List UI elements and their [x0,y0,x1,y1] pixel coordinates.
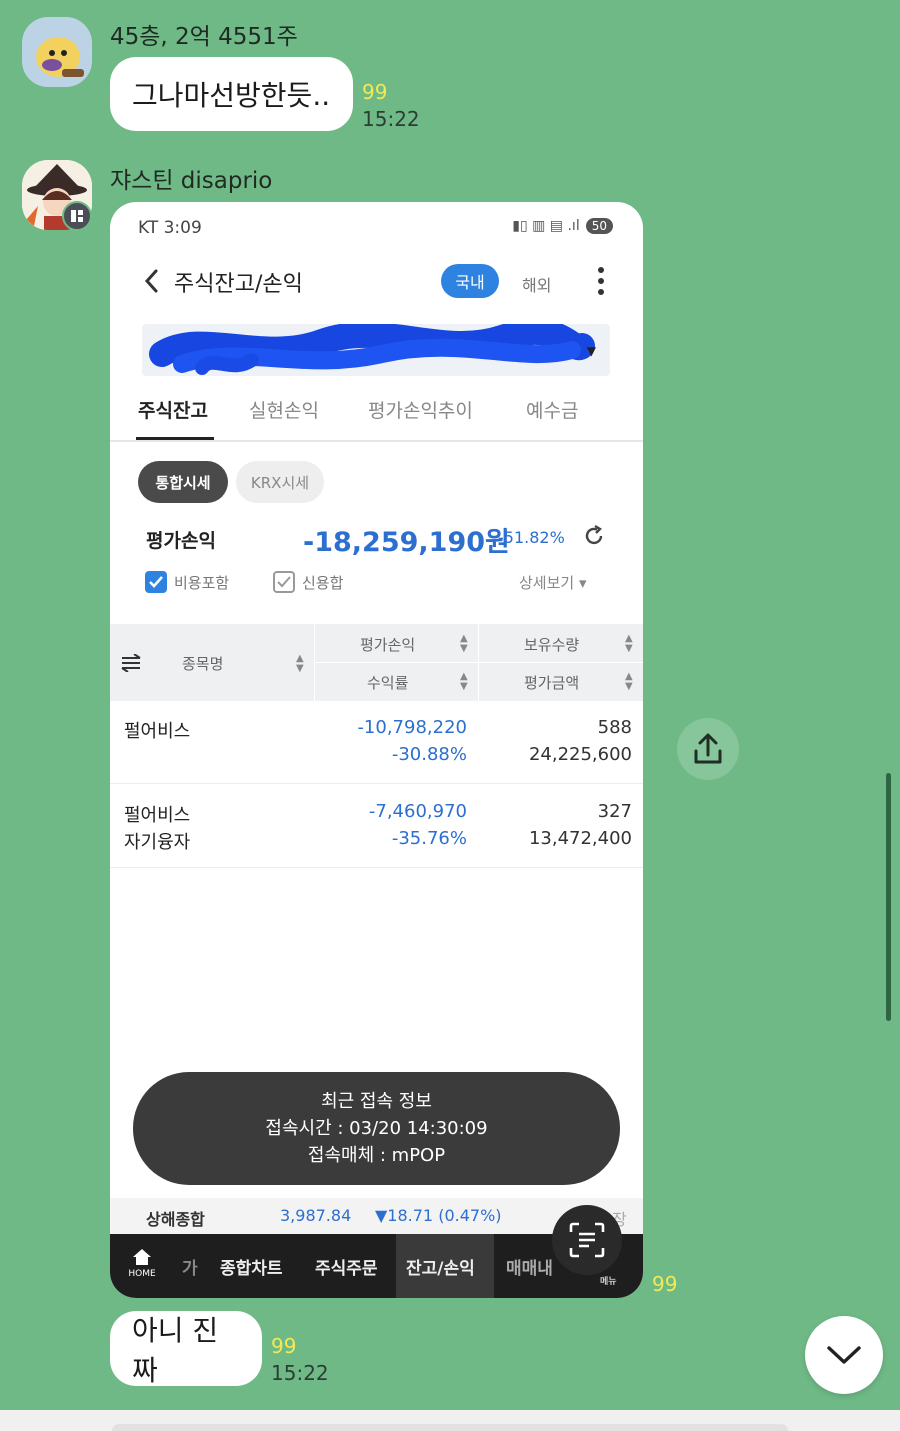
pl-rate: -51.82% [498,528,565,547]
eval-amount: 24,225,600 [528,744,632,765]
return-rate: -30.88% [391,744,467,765]
unread-count: 99 [362,80,388,104]
unread-count: 99 [652,1272,678,1296]
col-qty[interactable]: 보유수량 [524,634,579,655]
battery-icon: 50 [585,218,613,234]
scan-text-button[interactable] [552,1205,622,1275]
tab-indicator [136,437,214,440]
home-icon [133,1249,151,1265]
return-rate: -35.76% [391,828,467,849]
scroll-to-bottom-button[interactable] [805,1316,883,1394]
tab-realized-pl[interactable]: 실현손익 [249,396,319,423]
pl-label: 평가손익 [146,530,216,552]
stock-name: 펄어비스 [124,805,191,826]
sort-icon[interactable]: ▲ ▼ [625,634,633,654]
holding-qty: 327 [597,801,632,822]
col-eval-amount[interactable]: 평가금액 [524,672,579,693]
caret-down-icon: ▾ [578,574,587,592]
more-icon[interactable] [597,266,605,296]
table-header: 종목명 ▲ ▼ 평가손익 ▲ ▼ 수익률 ▲ ▼ 보유수량 ▲ ▼ 평가금액 ▲ ▼ [110,624,643,701]
tab-stock-balance[interactable]: 주식잔고 [138,396,208,423]
sender-name: 45층, 2억 4551주 [110,24,298,50]
nav-trades[interactable]: 매매내 [506,1254,553,1279]
sort-icon[interactable]: ▲ ▼ [296,654,304,674]
credit-total-checkbox[interactable] [273,571,295,593]
toast-title: 최근 접속 정보 [321,1091,432,1112]
signal-icon: ▮▯ ▥ ▤ .ıl [512,218,580,234]
toast-time: 접속시간 : 03/20 14:30:09 [265,1118,488,1139]
eval-pl: -7,460,970 [368,801,467,822]
back-icon[interactable] [142,268,162,294]
detail-toggle[interactable]: 상세보기 ▾ [519,572,587,593]
avatar[interactable] [22,17,92,87]
fee-included-checkbox[interactable] [145,571,167,593]
col-return-rate[interactable]: 수익률 [367,672,408,693]
nav-order[interactable]: 주식주문 [315,1254,378,1279]
stock-name: 펄어비스 [124,721,191,742]
message-text: 아니 진짜 [132,1313,219,1387]
message-input[interactable] [112,1424,788,1431]
login-info-toast: 최근 접속 정보 접속시간 : 03/20 14:30:09 접속매체 : mP… [133,1072,620,1185]
refresh-icon[interactable] [582,524,606,548]
message-bubble[interactable]: 그나마선방한듯.. [110,57,353,131]
account-selector[interactable]: ▼ [142,324,610,376]
chevron-down-icon: ▼ [586,344,596,358]
message-time: 15:22 [362,107,420,131]
tab-deposit[interactable]: 예수금 [526,396,578,423]
scan-text-icon [569,1222,605,1258]
redaction-scribble [149,324,595,375]
tab-bar: 주식잔고 실현손익 평가손익추이 예수금 [110,390,643,442]
ticker-change: ▼18.71 (0.47%) [375,1206,502,1225]
scrollbar[interactable] [886,773,891,1021]
nav-menu[interactable]: 메뉴 [600,1274,617,1287]
tab-eval-pl-trend[interactable]: 평가손익추이 [368,396,473,423]
message-time: 15:22 [271,1361,329,1385]
segment-integrated[interactable]: 통합시세 [138,461,228,503]
swap-icon[interactable] [120,654,142,672]
sort-icon[interactable]: ▲ ▼ [625,672,633,692]
status-bar-time: KT 3:09 [138,218,202,238]
nav-chart[interactable]: 종합차트 [220,1254,283,1279]
detail-label: 상세보기 [519,574,575,592]
group-badge-icon [62,201,92,231]
pl-value: -18,259,190원 [303,527,510,558]
status-bar-icons: ▮▯ ▥ ▤ .ıl 50 [512,218,613,234]
sort-icon[interactable]: ▲ ▼ [460,672,468,692]
ticker-value: 3,987.84 [280,1206,352,1225]
stock-subname: 자기융자 [124,832,191,853]
nav-home-label: HOME [128,1269,156,1279]
page-title: 주식잔고/손익 [174,272,303,297]
nav-home[interactable]: HOME [124,1248,160,1288]
fee-included-label: 비용포함 [174,574,230,592]
message-bubble[interactable]: 아니 진짜 [110,1311,262,1387]
eval-amount: 13,472,400 [528,828,632,849]
col-eval-pl[interactable]: 평가손익 [360,634,415,655]
sender-name: 쟈스틴 disaprio [110,168,273,194]
chevron-down-icon [827,1346,861,1364]
nav-item-partial[interactable]: 가 [182,1254,198,1279]
tab-foreign[interactable]: 해외 [522,272,551,296]
credit-total-label: 신용합 [302,574,344,592]
message-text: 그나마선방한듯.. [132,79,331,112]
table-row[interactable]: 펄어비스 자기융자 -7,460,970 -35.76% 327 13,472,… [110,784,643,868]
sort-icon[interactable]: ▲ ▼ [460,634,468,654]
holding-qty: 588 [597,717,632,738]
share-button[interactable] [677,718,739,780]
share-icon [694,733,722,764]
table-row[interactable]: 펄어비스 -10,798,220 -30.88% 588 24,225,600 [110,701,643,784]
toast-medium: 접속매체 : mPOP [307,1145,446,1166]
eval-pl: -10,798,220 [357,717,467,738]
tab-domestic[interactable]: 국내 [441,264,499,298]
ticker-index: 상해종합 [146,1210,205,1229]
col-name[interactable]: 종목명 [182,653,223,674]
nav-balance[interactable]: 잔고/손익 [406,1254,475,1279]
image-message[interactable]: KT 3:09 ▮▯ ▥ ▤ .ıl 50 주식잔고/손익 국내 해외 ▼ 주식… [110,202,643,1298]
unread-count: 99 [271,1334,297,1358]
segment-krx[interactable]: KRX시세 [236,461,324,503]
